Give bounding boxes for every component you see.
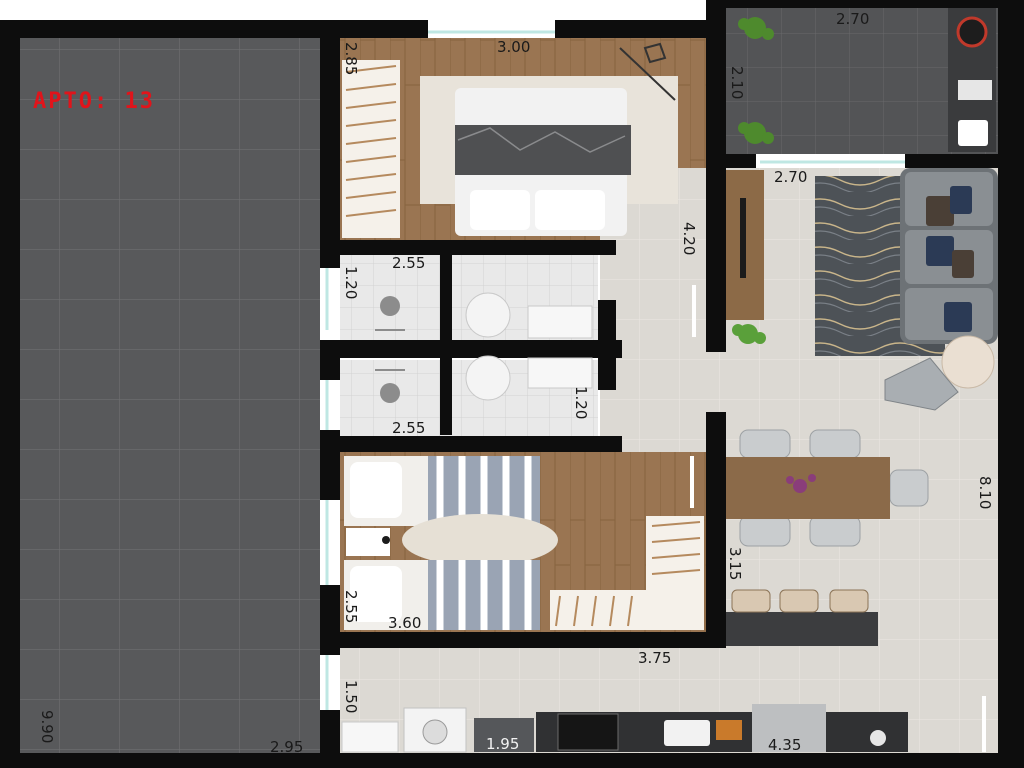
balcony-depth-label: 2.10: [728, 66, 746, 99]
counter-width-label: 4.35: [768, 736, 801, 754]
dining-table: [726, 457, 890, 519]
bath1-sink: [527, 305, 593, 339]
entry-door: [982, 696, 986, 752]
washing-machine-icon: [403, 707, 467, 753]
floor-plan: APTO: 13 2.95 9.90 3.00 2.85 4.20 2.70 2…: [0, 0, 1024, 768]
terrace-width-label: 2.95: [270, 738, 303, 756]
suite-door: [692, 285, 696, 337]
suite-width-label: 3.00: [497, 38, 530, 56]
breakfast-counter: [726, 612, 878, 646]
cutting-board: [716, 720, 742, 740]
bath2-sink: [527, 357, 593, 389]
suite-length-label: 4.20: [680, 222, 698, 255]
toilet-icon: [465, 292, 511, 338]
suite-wardrobe: [342, 60, 400, 238]
cooktop-icon: [557, 713, 619, 751]
bed-single-top: [344, 456, 540, 526]
kitchen-depth-label: 1.50: [342, 680, 360, 713]
balcony-width-label: 2.70: [836, 10, 869, 28]
bath1-depth-label: 1.20: [342, 266, 360, 299]
bedroom2-rug: [402, 514, 558, 566]
grill-icon: [956, 16, 988, 48]
bedroom2-width-label: 3.60: [388, 614, 421, 632]
sofa: [900, 168, 998, 344]
suite-bed: [455, 88, 631, 236]
balcony-cooktop: [958, 80, 992, 100]
unit-label: APTO: 13: [33, 89, 155, 114]
toilet-icon: [465, 355, 511, 401]
bath2-depth-label: 1.20: [572, 386, 590, 419]
bedroom2-depth-label: 2.55: [342, 590, 360, 623]
balcony-sink: [958, 120, 988, 146]
bath1-width-label: 2.55: [392, 254, 425, 272]
living-width-label: 2.70: [774, 168, 807, 186]
suite-wardrobe-label: 2.85: [342, 42, 360, 75]
dining-depth-label: 3.15: [726, 547, 744, 580]
living-length-label: 8.10: [976, 476, 994, 509]
lamp-icon: [382, 536, 390, 544]
laundry-width-label: 1.95: [486, 735, 519, 753]
bed-single-bottom: [344, 560, 540, 630]
kitchen-sink: [664, 720, 710, 746]
bath2-width-label: 2.55: [392, 419, 425, 437]
kitchen-width-label: 3.75: [638, 649, 671, 667]
laundry-tank: [341, 721, 399, 753]
terrace-length-label: 9.90: [38, 710, 56, 743]
terrace-floor: [20, 38, 320, 753]
side-table: [941, 335, 995, 389]
tv-icon: [740, 198, 746, 278]
bedroom2-door: [690, 456, 694, 508]
coffee-machine-icon: [870, 730, 886, 746]
bar-stools: [731, 589, 869, 613]
